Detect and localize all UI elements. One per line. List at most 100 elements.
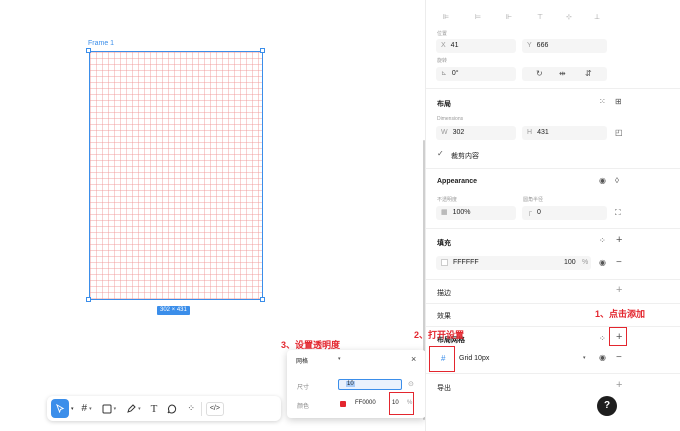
reset-icon[interactable]: ⊙ — [408, 380, 414, 388]
flip-horizontal-icon[interactable]: ⇹ — [559, 70, 566, 78]
corner-radius-field[interactable]: ┌ 0 — [522, 206, 607, 220]
plugins-tool-icon[interactable]: ⁘ — [187, 399, 195, 418]
align-left-icon[interactable]: ⊫ — [443, 13, 449, 21]
stroke-title: 描边 — [437, 290, 451, 297]
help-button[interactable]: ? — [597, 396, 617, 416]
effects-title: 效果 — [437, 313, 451, 320]
width-field[interactable]: W 302 — [436, 126, 516, 140]
fill-title: 填充 — [437, 240, 451, 247]
chevron-down-icon[interactable]: ▾ — [338, 356, 341, 362]
fill-opacity: 100 — [564, 259, 576, 266]
export-title: 导出 — [437, 385, 451, 392]
rectangle-tool-icon[interactable]: ▾ — [102, 399, 116, 418]
align-middle-icon[interactable]: ⊹ — [566, 13, 572, 21]
flip-vertical-icon[interactable]: ⇵ — [585, 70, 592, 78]
align-bottom-icon[interactable]: ⊥ — [594, 13, 600, 21]
grid-size-value: 10 — [346, 381, 355, 387]
checkbox-checked-icon[interactable]: ✓ — [437, 150, 444, 158]
highlight-grid-settings — [429, 346, 455, 372]
rotation-field[interactable]: ⊾ 0° — [436, 67, 516, 81]
add-fill-icon[interactable]: + — [616, 235, 622, 246]
annotation-step1: 1、点击添加 — [595, 309, 646, 319]
dev-mode-button[interactable]: </> — [205, 401, 224, 416]
resize-handle-top-left[interactable] — [86, 48, 91, 53]
transform-buttons: ↻ ⇹ ⇵ — [522, 67, 607, 81]
pen-tool-icon[interactable]: ▾ — [126, 399, 141, 418]
chevron-down-icon[interactable]: ▾ — [71, 399, 74, 418]
remove-grid-icon[interactable]: − — [616, 353, 622, 363]
x-prefix: X — [441, 42, 446, 49]
eye-icon[interactable]: ◉ — [599, 259, 606, 267]
grid-name[interactable]: Grid 10px — [459, 355, 489, 362]
highlight-opacity — [389, 392, 414, 415]
chevron-down-icon[interactable]: ▾ — [583, 356, 586, 361]
opacity-label: 不透明度 — [437, 197, 458, 203]
position-label: 位置 — [437, 31, 448, 37]
grid-color-label: 颜色 — [297, 404, 310, 410]
resize-to-fit-icon[interactable]: ◰ — [615, 129, 623, 137]
resize-handle-bottom-right[interactable] — [260, 297, 265, 302]
align-center-icon[interactable]: ⊨ — [475, 13, 481, 21]
eye-icon[interactable]: ◉ — [599, 354, 606, 362]
auto-layout-icon[interactable]: ⁙ — [599, 98, 606, 106]
divider — [426, 168, 680, 169]
fill-opacity-unit: % — [582, 259, 589, 266]
blend-mode-icon[interactable]: ◊ — [615, 177, 619, 185]
text-tool-icon[interactable]: T — [151, 399, 158, 418]
x-position-field[interactable]: X 41 — [436, 39, 516, 53]
cursor-icon — [55, 404, 64, 413]
corner-radius-value: 0 — [536, 209, 541, 216]
divider — [426, 88, 680, 89]
layout-title: 布局 — [437, 101, 451, 108]
styles-icon[interactable]: ⁘ — [599, 335, 606, 343]
align-top-icon[interactable]: ⊤ — [537, 13, 543, 21]
styles-icon[interactable]: ⁘ — [599, 237, 606, 245]
y-position-field[interactable]: Y 666 — [522, 39, 607, 53]
frame-tool-icon[interactable]: # ▾ — [82, 399, 92, 418]
rotate-icon[interactable]: ↻ — [536, 70, 543, 78]
fill-hex: FFFFFF — [453, 259, 479, 266]
add-stroke-icon[interactable]: + — [616, 285, 622, 296]
layout-options-icon[interactable]: ⊞ — [615, 98, 622, 106]
fill-field[interactable]: FFFFFF 100 % — [436, 256, 591, 270]
opacity-icon: ▦ — [441, 209, 448, 216]
resize-handle-top-right[interactable] — [260, 48, 265, 53]
frame-size-badge: 302 × 431 — [157, 306, 190, 315]
h-value: 431 — [537, 129, 549, 136]
properties-panel: ⊫ ⊨ ⊩ ⊤ ⊹ ⊥ 位置 X 41 Y 666 旋转 ⊾ 0° ↻ ⇹ ⇵ 布局 … — [425, 0, 680, 431]
grid-type-select[interactable]: 网格 — [296, 356, 308, 365]
move-tool-button[interactable] — [51, 399, 69, 418]
bottom-toolbar: ▾ # ▾ ▾ ▾ T ⁘ </> — [47, 396, 281, 421]
opacity-field[interactable]: ▦ 100% — [436, 206, 516, 220]
appearance-title: Appearance — [437, 178, 478, 185]
x-value: 41 — [450, 42, 459, 49]
app-root: Frame 1 302 × 431 ▾ # ▾ ▾ ▾ T ⁘ </> 网格 ▾… — [0, 0, 680, 431]
resize-handle-bottom-left[interactable] — [86, 297, 91, 302]
divider — [426, 373, 680, 374]
height-field[interactable]: H 431 — [522, 126, 607, 140]
remove-fill-icon[interactable]: − — [616, 258, 622, 268]
dimensions-label: Dimensions — [437, 116, 464, 122]
grid-color-swatch[interactable] — [340, 401, 346, 407]
rotation-icon: ⊾ — [441, 70, 447, 77]
clip-content-label[interactable]: 裁剪内容 — [451, 151, 479, 161]
add-export-icon[interactable]: + — [616, 380, 622, 391]
divider — [426, 279, 680, 280]
corner-radius-label: 圆角半径 — [523, 197, 544, 203]
frame-label[interactable]: Frame 1 — [88, 40, 114, 47]
grid-color-hex[interactable]: FF0000 — [355, 400, 376, 406]
rectangle-icon — [102, 404, 112, 413]
close-icon[interactable]: × — [411, 354, 416, 364]
h-prefix: H — [527, 129, 533, 136]
w-value: 302 — [452, 129, 465, 136]
frame-1[interactable] — [89, 51, 263, 300]
divider — [426, 228, 680, 229]
comment-tool-icon[interactable] — [167, 399, 177, 418]
divider — [426, 303, 680, 304]
eye-icon[interactable]: ◉ — [599, 177, 606, 185]
y-prefix: Y — [527, 42, 532, 49]
grid-size-input[interactable]: 10 — [338, 379, 402, 390]
w-prefix: W — [441, 129, 448, 136]
independent-corners-icon[interactable]: ⛶ — [615, 209, 621, 217]
align-right-icon[interactable]: ⊩ — [506, 13, 512, 21]
